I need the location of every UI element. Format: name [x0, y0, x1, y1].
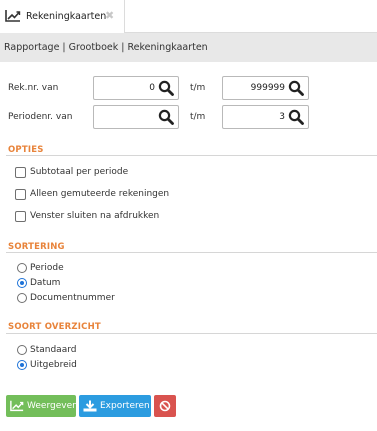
sort-label: Documentnummer: [30, 292, 115, 303]
sorting-section-title: SORTERING: [8, 242, 65, 252]
account-from-label: Rek.nr. van: [8, 83, 59, 93]
sort-periode[interactable]: Periode: [17, 261, 64, 274]
line-chart-icon: [10, 400, 24, 412]
period-to-label: t/m: [190, 112, 206, 122]
sort-label: Datum: [30, 277, 61, 288]
search-icon[interactable]: [158, 80, 174, 96]
search-icon[interactable]: [288, 80, 304, 96]
overview-standaard[interactable]: Standaard: [17, 343, 76, 356]
tab-rekeningkaarten[interactable]: Rekeningkaarten ✖: [0, 0, 125, 33]
period-to-input[interactable]: 3: [222, 105, 309, 129]
subtotal-checkbox[interactable]: [15, 166, 26, 178]
close-after-print-checkbox[interactable]: [15, 210, 26, 222]
overview-standaard-radio[interactable]: [17, 344, 27, 355]
export-button[interactable]: Exporteren: [79, 395, 151, 417]
sort-documentnummer[interactable]: Documentnummer: [17, 291, 115, 304]
ban-icon: [159, 400, 171, 412]
sort-datum-radio[interactable]: [17, 277, 27, 288]
sort-label: Periode: [30, 262, 64, 273]
options-section-title: OPTIES: [8, 145, 44, 155]
breadcrumb: Rapportage | Grootboek | Rekeningkaarten: [0, 33, 377, 62]
option-label: Subtotaal per periode: [30, 167, 129, 177]
account-to-input[interactable]: 999999: [222, 76, 309, 100]
option-close-after-print[interactable]: Venster sluiten na afdrukken: [15, 209, 159, 223]
overview-uitgebreid[interactable]: Uitgebreid: [17, 358, 77, 371]
sort-periode-radio[interactable]: [17, 262, 27, 273]
option-label: Venster sluiten na afdrukken: [30, 211, 160, 221]
show-button[interactable]: Weergeven: [6, 395, 78, 417]
overview-uitgebreid-radio[interactable]: [17, 359, 27, 370]
tab-bar: Rekeningkaarten ✖: [0, 0, 377, 33]
account-to-value: 999999: [250, 83, 285, 93]
account-from-value: 0: [149, 83, 155, 93]
line-chart-icon: [5, 10, 21, 22]
options-divider: [6, 155, 377, 156]
period-to-value: 3: [279, 112, 285, 122]
account-from-input[interactable]: 0: [93, 76, 179, 100]
overview-label: Standaard: [30, 344, 77, 355]
overview-divider: [6, 333, 377, 334]
option-label: Alleen gemuteerde rekeningen: [30, 189, 170, 199]
period-from-label: Periodenr. van: [8, 112, 73, 122]
export-button-label: Exporteren: [100, 401, 150, 411]
sort-datum[interactable]: Datum: [17, 276, 60, 289]
sorting-divider: [6, 252, 377, 253]
sort-documentnummer-radio[interactable]: [17, 292, 27, 303]
overview-section-title: SOORT OVERZICHT: [8, 322, 101, 332]
cancel-button[interactable]: [154, 395, 176, 417]
mutated-only-checkbox[interactable]: [15, 188, 26, 200]
download-icon: [83, 400, 97, 412]
option-mutated-only[interactable]: Alleen gemuteerde rekeningen: [15, 187, 169, 201]
overview-label: Uitgebreid: [30, 359, 77, 370]
show-button-label: Weergeven: [27, 401, 78, 411]
search-icon[interactable]: [158, 109, 174, 125]
option-subtotal[interactable]: Subtotaal per periode: [15, 165, 128, 179]
close-icon[interactable]: ✖: [105, 10, 114, 21]
account-to-label: t/m: [190, 83, 206, 93]
tab-label: Rekeningkaarten: [26, 11, 107, 22]
search-icon[interactable]: [288, 109, 304, 125]
period-from-input[interactable]: [93, 105, 179, 129]
